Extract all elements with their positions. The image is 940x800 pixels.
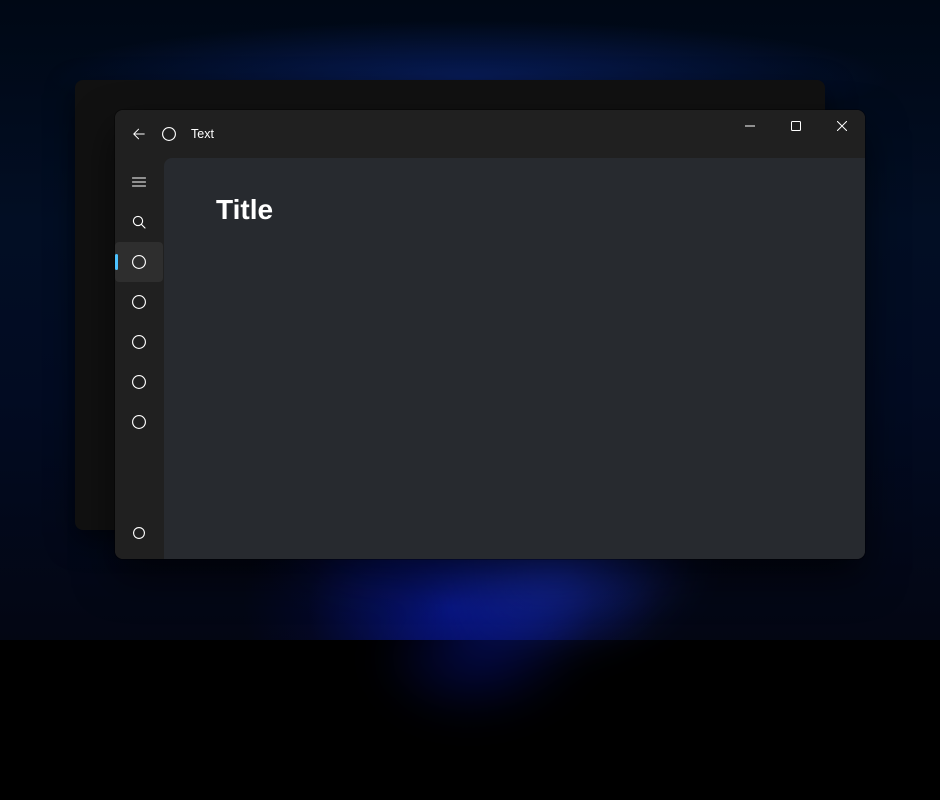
arrow-left-icon <box>132 127 146 141</box>
circle-icon <box>131 294 147 310</box>
circle-icon <box>131 334 147 350</box>
window-body: Title <box>115 158 865 559</box>
title-bar[interactable]: Text <box>115 110 865 158</box>
page-title: Title <box>216 194 813 226</box>
nav-menu-toggle[interactable] <box>115 162 163 202</box>
circle-icon <box>132 526 146 540</box>
circle-icon <box>131 254 147 270</box>
nav-bottom-group <box>115 513 164 553</box>
title-bar-left: Text <box>131 126 214 142</box>
nav-item-2[interactable] <box>115 282 163 322</box>
nav-top-group <box>115 162 164 442</box>
maximize-button[interactable] <box>773 110 819 142</box>
window-title: Text <box>191 127 214 141</box>
nav-item-3[interactable] <box>115 322 163 362</box>
nav-item-4[interactable] <box>115 362 163 402</box>
minimize-button[interactable] <box>727 110 773 142</box>
nav-search[interactable] <box>115 202 163 242</box>
close-icon <box>837 121 847 131</box>
maximize-icon <box>791 121 801 131</box>
hamburger-icon <box>131 174 147 190</box>
back-button[interactable] <box>131 126 147 142</box>
app-icon <box>161 126 177 142</box>
search-icon <box>131 214 147 230</box>
navigation-sidebar <box>115 158 164 559</box>
circle-icon <box>131 414 147 430</box>
circle-icon <box>131 374 147 390</box>
nav-item-5[interactable] <box>115 402 163 442</box>
close-button[interactable] <box>819 110 865 142</box>
content-area: Title <box>164 158 865 559</box>
minimize-icon <box>745 121 755 131</box>
window-controls <box>727 110 865 158</box>
nav-item-1[interactable] <box>115 242 163 282</box>
nav-footer-item[interactable] <box>115 513 163 553</box>
foreground-window: Text <box>115 110 865 559</box>
circle-icon <box>161 126 177 142</box>
